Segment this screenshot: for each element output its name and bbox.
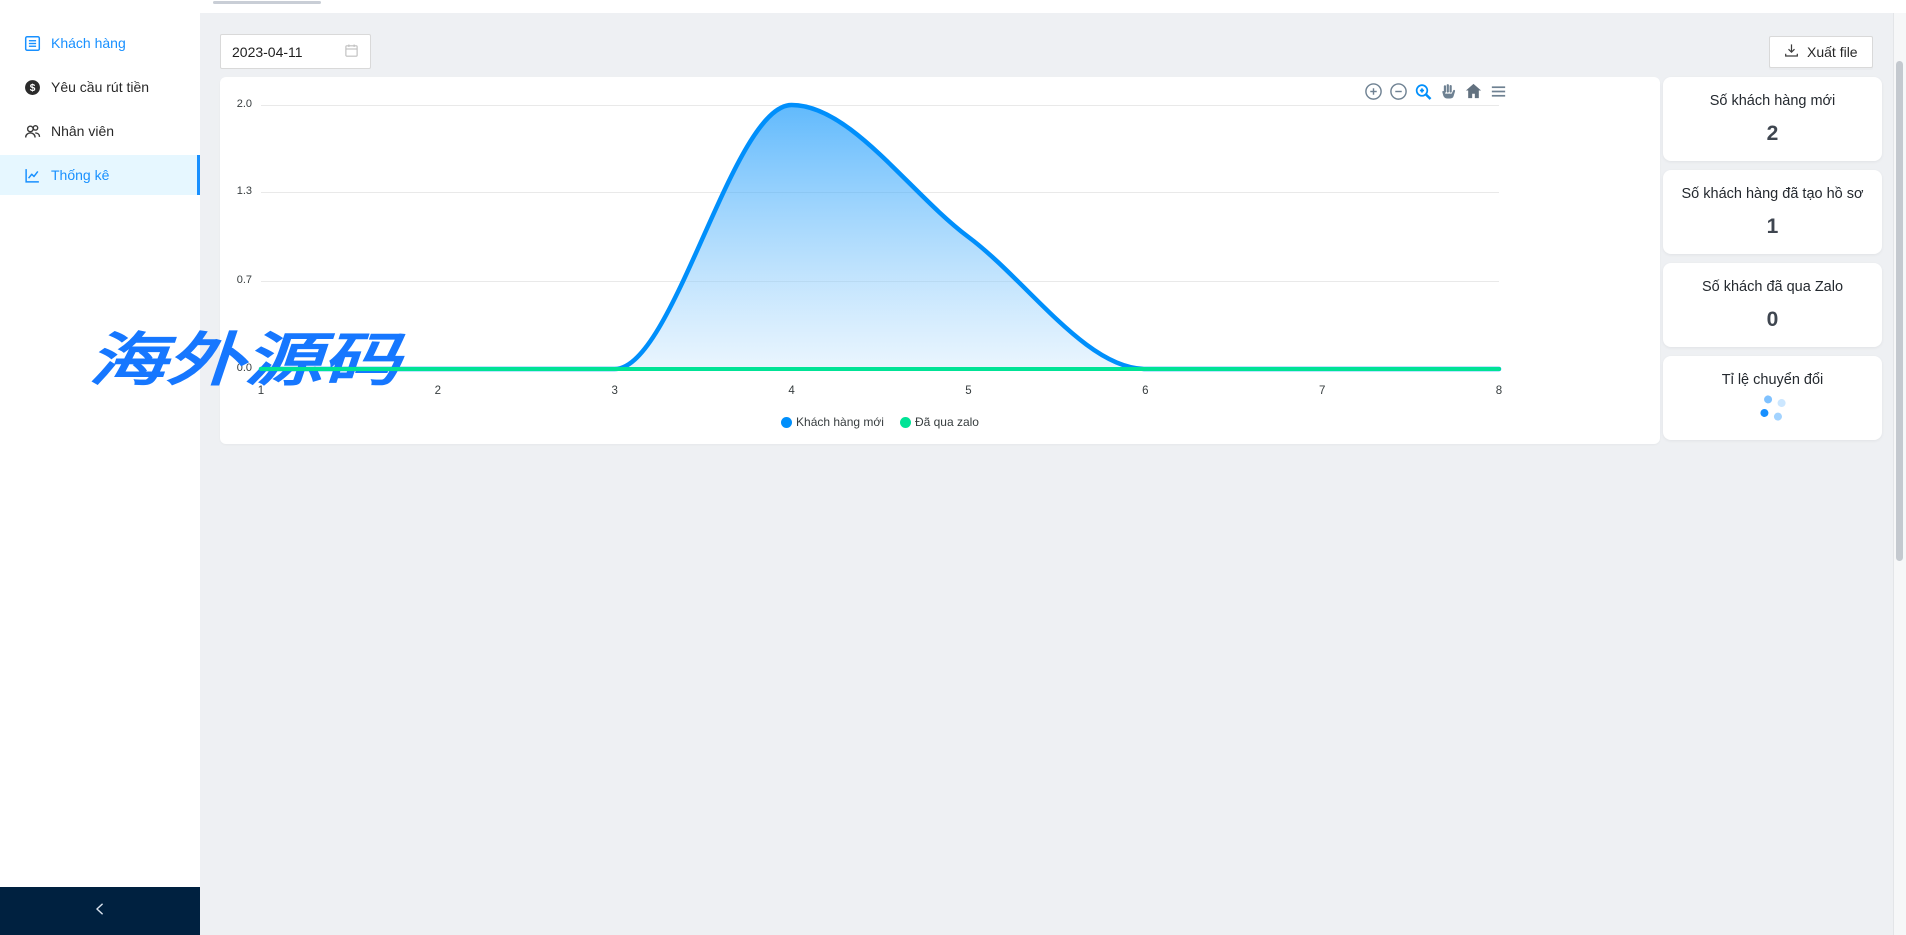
app-root: Khách hàng $ Yêu cầu rút tiền Nhân viên … — [0, 0, 1906, 935]
sidebar-item-nhan-vien[interactable]: Nhân viên — [0, 111, 200, 151]
export-file-button[interactable]: Xuất file — [1769, 36, 1873, 68]
stat-card-da-tao-ho-so: Số khách hàng đã tạo hồ sơ 1 — [1663, 170, 1882, 254]
stat-card-so-khach-hang-moi: Số khách hàng mới 2 — [1663, 77, 1882, 161]
sidebar-item-label: Khách hàng — [51, 35, 126, 51]
sidebar-collapse-trigger[interactable] — [0, 887, 200, 935]
stat-card-title: Số khách hàng đã tạo hồ sơ — [1681, 186, 1864, 202]
loading-spinner-icon — [1758, 393, 1787, 422]
chart-panel: 2.0 1.3 0.7 0.0 1 2 3 4 5 6 7 8 Khách hà… — [220, 77, 1660, 444]
sidebar-item-label: Nhân viên — [51, 123, 115, 139]
line-chart-icon — [24, 167, 41, 184]
date-picker-value: 2023-04-11 — [232, 43, 303, 60]
date-picker-input[interactable]: 2023-04-11 — [220, 34, 371, 69]
sidebar-item-yeu-cau-rut-tien[interactable]: $ Yêu cầu rút tiền — [0, 67, 200, 107]
top-artifact-line — [213, 1, 321, 4]
sidebar: Khách hàng $ Yêu cầu rút tiền Nhân viên … — [0, 13, 200, 935]
download-icon — [1784, 43, 1799, 61]
stat-cards: Số khách hàng mới 2 Số khách hàng đã tạo… — [1663, 77, 1882, 449]
sidebar-item-thong-ke[interactable]: Thống kê — [0, 155, 200, 195]
sidebar-item-khach-hang[interactable]: Khách hàng — [0, 23, 200, 63]
stat-card-value: 0 — [1766, 308, 1779, 331]
svg-text:$: $ — [30, 82, 36, 93]
sidebar-item-label: Yêu cầu rút tiền — [51, 79, 150, 95]
profile-icon — [24, 35, 41, 52]
chart-plot-area[interactable] — [220, 77, 1660, 444]
sidebar-item-label: Thống kê — [51, 167, 110, 183]
scrollbar-thumb[interactable] — [1896, 61, 1903, 561]
export-file-label: Xuất file — [1807, 44, 1858, 60]
series-area-khach-hang-moi — [261, 105, 1499, 369]
stat-card-da-qua-zalo: Số khách đã qua Zalo 0 — [1663, 263, 1882, 347]
stat-card-value: 1 — [1766, 215, 1779, 238]
chevron-left-icon — [93, 902, 107, 921]
sidebar-menu: Khách hàng $ Yêu cầu rút tiền Nhân viên … — [0, 13, 200, 195]
calendar-icon — [344, 43, 359, 61]
stat-card-value: 2 — [1766, 122, 1779, 145]
team-icon — [24, 123, 41, 140]
vertical-scrollbar[interactable] — [1893, 13, 1906, 935]
dollar-circle-icon: $ — [24, 79, 41, 96]
stat-card-title: Tỉ lệ chuyển đổi — [1721, 372, 1824, 388]
stat-card-ti-le-chuyen-doi: Tỉ lệ chuyển đổi — [1663, 356, 1882, 440]
stat-card-title: Số khách đã qua Zalo — [1701, 279, 1844, 295]
stat-card-title: Số khách hàng mới — [1709, 93, 1836, 109]
